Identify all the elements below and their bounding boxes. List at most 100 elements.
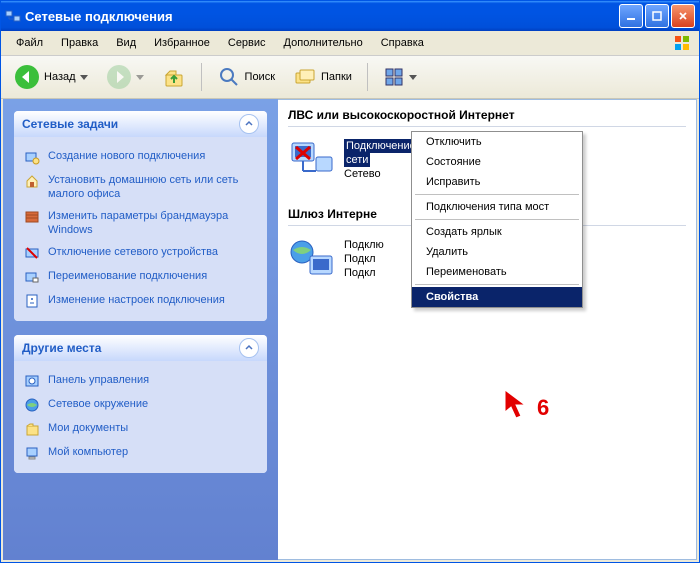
task-label: Установить домашнюю сеть или сеть малого… <box>48 173 257 201</box>
search-icon <box>217 65 241 89</box>
tasks-sidebar: Сетевые задачи Создание нового подключен… <box>3 99 278 560</box>
window-body: Сетевые задачи Создание нового подключен… <box>3 99 697 560</box>
other-places-panel: Другие места Панель управления Сетевое о… <box>14 335 267 473</box>
ctx-disconnect[interactable]: Отключить <box>412 132 582 152</box>
folders-icon <box>293 65 317 89</box>
menu-tools[interactable]: Сервис <box>219 35 275 51</box>
group-lan: ЛВС или высокоскоростной Интернет <box>278 100 696 131</box>
context-menu: Отключить Состояние Исправить Подключени… <box>411 131 583 308</box>
connection-line2: Подкл <box>344 253 376 265</box>
folders-button[interactable]: Папки <box>286 61 359 93</box>
task-home-network[interactable]: Установить домашнюю сеть или сеть малого… <box>24 169 257 205</box>
ctx-delete[interactable]: Удалить <box>412 242 582 262</box>
views-button[interactable] <box>376 62 424 92</box>
toolbar-separator <box>201 63 202 91</box>
forward-button[interactable] <box>99 60 151 94</box>
place-label: Мои документы <box>48 421 128 435</box>
connection-line1: Подклю <box>344 239 384 251</box>
ctx-bridge[interactable]: Подключения типа мост <box>412 197 582 217</box>
panel-body: Создание нового подключения Установить д… <box>14 137 267 321</box>
toolbar-separator <box>367 63 368 91</box>
minimize-button[interactable] <box>619 4 643 28</box>
ctx-properties[interactable]: Свойства <box>412 287 582 307</box>
firewall-icon <box>24 209 40 225</box>
search-button[interactable]: Поиск <box>210 61 282 93</box>
place-my-computer[interactable]: Мой компьютер <box>24 441 257 465</box>
folders-label: Папки <box>321 71 352 83</box>
back-label: Назад <box>44 71 76 83</box>
titlebar: Сетевые подключения <box>1 1 699 31</box>
place-control-panel[interactable]: Панель управления <box>24 369 257 393</box>
control-panel-icon <box>24 373 40 389</box>
place-my-documents[interactable]: Мои документы <box>24 417 257 441</box>
place-network-places[interactable]: Сетевое окружение <box>24 393 257 417</box>
task-label: Изменение настроек подключения <box>48 293 225 307</box>
panel-title: Другие места <box>22 341 101 355</box>
forward-icon <box>106 64 132 90</box>
panel-title: Сетевые задачи <box>22 117 118 131</box>
menu-help[interactable]: Справка <box>372 35 433 51</box>
task-firewall[interactable]: Изменить параметры брандмауэра Windows <box>24 205 257 241</box>
internet-gateway-icon <box>288 238 336 280</box>
properties-icon <box>24 293 40 309</box>
place-label: Мой компьютер <box>48 445 128 459</box>
ctx-rename[interactable]: Переименовать <box>412 262 582 282</box>
chevron-down-icon <box>136 75 144 80</box>
my-documents-icon <box>24 421 40 437</box>
close-button[interactable] <box>671 4 695 28</box>
network-tasks-header[interactable]: Сетевые задачи <box>14 111 267 137</box>
place-label: Сетевое окружение <box>48 397 148 411</box>
ctx-shortcut[interactable]: Создать ярлык <box>412 222 582 242</box>
task-label: Изменить параметры брандмауэра Windows <box>48 209 257 237</box>
collapse-icon <box>239 114 259 134</box>
task-disable-device[interactable]: Отключение сетевого устройства <box>24 241 257 265</box>
up-button[interactable] <box>155 61 193 93</box>
menu-favorites[interactable]: Избранное <box>145 35 219 51</box>
maximize-button[interactable] <box>645 4 669 28</box>
divider <box>288 126 686 127</box>
lan-connection-icon <box>288 139 336 181</box>
menu-advanced[interactable]: Дополнительно <box>275 35 372 51</box>
ctx-status[interactable]: Состояние <box>412 152 582 172</box>
callout-number: 6 <box>537 395 549 421</box>
my-computer-icon <box>24 445 40 461</box>
ctx-separator <box>415 194 579 195</box>
ctx-repair[interactable]: Исправить <box>412 172 582 192</box>
connection-text: Подклю Подкл Подкл <box>344 238 384 280</box>
chevron-down-icon <box>80 75 88 80</box>
explorer-window: Сетевые подключения Файл Правка Вид Избр… <box>0 0 700 563</box>
window-buttons <box>619 4 695 28</box>
chevron-down-icon <box>409 75 417 80</box>
up-folder-icon <box>162 65 186 89</box>
back-button[interactable]: Назад <box>7 60 95 94</box>
windows-flag-icon <box>671 32 693 54</box>
ctx-separator <box>415 219 579 220</box>
task-rename[interactable]: Переименование подключения <box>24 265 257 289</box>
task-label: Переименование подключения <box>48 269 207 283</box>
back-icon <box>14 64 40 90</box>
menu-edit[interactable]: Правка <box>52 35 107 51</box>
rename-icon <box>24 269 40 285</box>
collapse-icon <box>239 338 259 358</box>
menubar: Файл Правка Вид Избранное Сервис Дополни… <box>1 31 699 56</box>
window-title: Сетевые подключения <box>25 9 619 24</box>
network-connections-icon <box>5 8 21 24</box>
group-label: Шлюз Интерне <box>288 207 377 221</box>
task-label: Отключение сетевого устройства <box>48 245 218 259</box>
home-network-icon <box>24 173 40 189</box>
disable-device-icon <box>24 245 40 261</box>
network-places-icon <box>24 397 40 413</box>
toolbar: Назад Поиск Папки <box>1 56 699 99</box>
connection-line3: Подкл <box>344 267 376 279</box>
menu-view[interactable]: Вид <box>107 35 145 51</box>
task-new-connection[interactable]: Создание нового подключения <box>24 145 257 169</box>
menu-file[interactable]: Файл <box>7 35 52 51</box>
other-places-header[interactable]: Другие места <box>14 335 267 361</box>
task-properties[interactable]: Изменение настроек подключения <box>24 289 257 313</box>
connection-line3: Сетево <box>344 168 381 180</box>
task-label: Создание нового подключения <box>48 149 205 163</box>
group-label: ЛВС или высокоскоростной Интернет <box>288 108 515 122</box>
new-connection-icon <box>24 149 40 165</box>
search-label: Поиск <box>245 71 275 83</box>
network-tasks-panel: Сетевые задачи Создание нового подключен… <box>14 111 267 321</box>
